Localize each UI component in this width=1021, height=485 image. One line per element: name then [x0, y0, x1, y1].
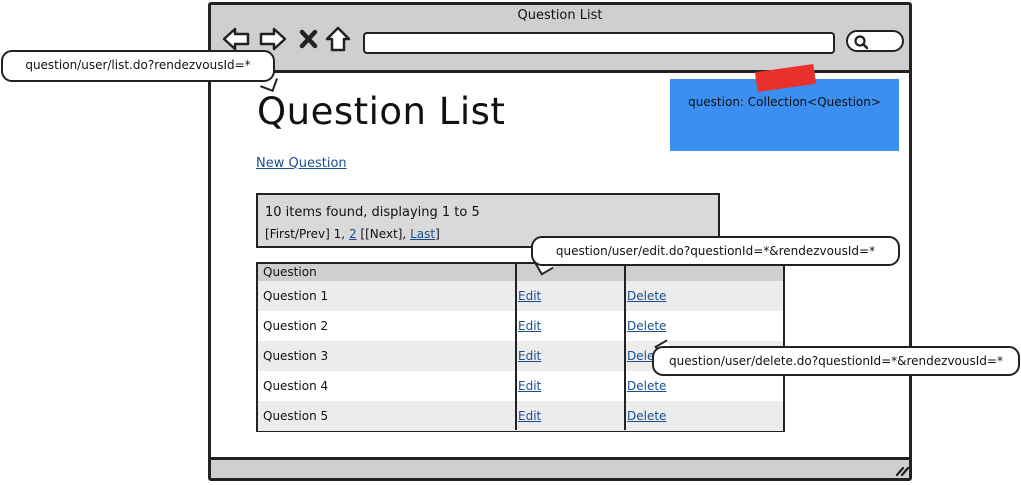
pager-links: [First/Prev] 1, 2 [[Next], Last] — [265, 227, 440, 241]
list-url-callout: question/user/list.do?rendezvousId=* — [1, 50, 275, 82]
pager-last-link[interactable]: Last — [410, 227, 435, 241]
page-title: Question List — [257, 90, 506, 133]
search-icon — [853, 34, 869, 54]
edit-link[interactable]: Edit — [518, 409, 541, 423]
model-note: question: Collection<Question> — [688, 95, 881, 109]
table-row: Question 1 Edit Delete — [258, 281, 783, 311]
edit-link[interactable]: Edit — [518, 349, 541, 363]
question-cell: Question 5 — [263, 409, 329, 423]
delete-url-callout: question/user/delete.do?questionId=*&ren… — [652, 346, 1020, 376]
sticky-note — [670, 79, 899, 151]
question-cell: Question 2 — [263, 319, 329, 333]
resize-grip-icon[interactable] — [895, 464, 910, 480]
table-row: Question 2 Edit Delete — [258, 311, 783, 341]
arrow-right-icon[interactable] — [258, 25, 288, 53]
pager-page-2-link[interactable]: 2 — [349, 227, 357, 241]
edit-link[interactable]: Edit — [518, 379, 541, 393]
question-cell: Question 1 — [263, 289, 329, 303]
status-bar — [211, 457, 910, 480]
delete-link[interactable]: Delete — [627, 319, 666, 333]
arrow-left-icon[interactable] — [221, 25, 251, 53]
home-icon[interactable] — [323, 25, 353, 53]
pager-first-prev: [First/Prev] — [265, 227, 330, 241]
pager-close-bracket: ] — [435, 227, 440, 241]
window-title: Question List — [517, 8, 603, 23]
delete-link[interactable]: Delete — [627, 289, 666, 303]
column-divider — [515, 264, 517, 430]
question-cell: Question 3 — [263, 349, 329, 363]
edit-link[interactable]: Edit — [518, 289, 541, 303]
delete-link[interactable]: Delete — [627, 379, 666, 393]
url-input[interactable] — [363, 32, 835, 54]
result-count: 10 items found, displaying 1 to 5 — [265, 205, 480, 220]
browser-toolbar: Question List — [211, 5, 909, 73]
question-cell: Question 4 — [263, 379, 329, 393]
table-row: Question 5 Edit Delete — [258, 401, 783, 431]
edit-link[interactable]: Edit — [518, 319, 541, 333]
pager-current-page: 1, — [333, 227, 346, 241]
edit-url-callout: question/user/edit.do?questionId=*&rende… — [531, 236, 900, 266]
column-divider — [624, 264, 626, 430]
table-header: Question — [258, 264, 783, 281]
new-question-link[interactable]: New Question — [256, 156, 347, 171]
search-input[interactable] — [846, 30, 904, 52]
delete-link[interactable]: Delete — [627, 409, 666, 423]
column-header-question: Question — [263, 265, 317, 279]
pager-next: [[Next], — [360, 227, 407, 241]
